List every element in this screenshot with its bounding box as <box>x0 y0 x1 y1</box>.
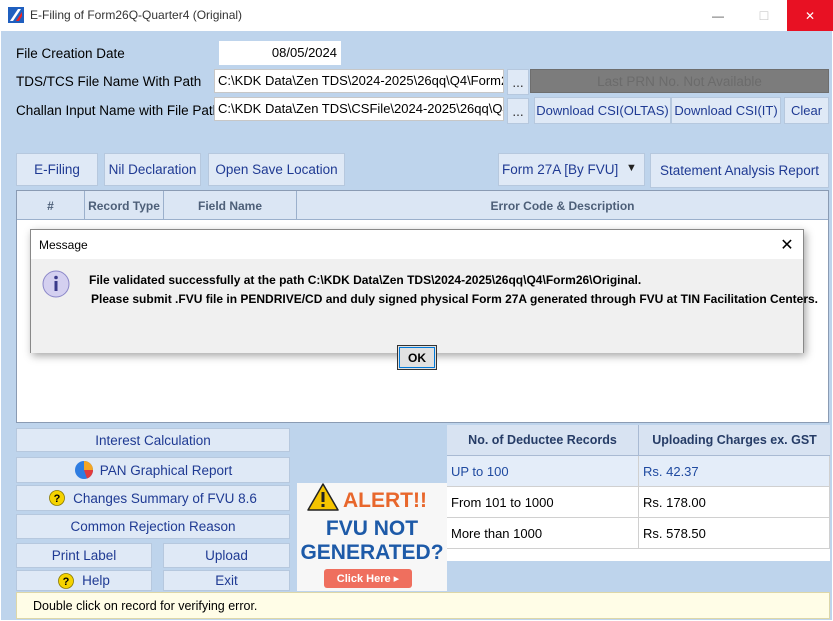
table-cell-range[interactable]: From 101 to 1000 <box>447 487 639 518</box>
tds-file-path-field[interactable]: C:\KDK Data\Zen TDS\2024-2025\26qq\Q4\Fo… <box>214 69 504 93</box>
help-icon: ? <box>49 490 65 506</box>
dialog-message-line1: File validated successfully at the path … <box>89 273 642 287</box>
changes-summary-label: Changes Summary of FVU 8.6 <box>73 490 257 506</box>
table-cell-charge[interactable]: Rs. 178.00 <box>639 487 830 518</box>
pan-graphical-report-button[interactable]: PAN Graphical Report <box>16 457 290 483</box>
svg-text:?: ? <box>63 576 70 588</box>
charges-header-records: No. of Deductee Records <box>447 425 639 456</box>
download-csi-oltas-button[interactable]: Download CSI(OLTAS) <box>534 97 671 124</box>
column-header-record-type[interactable]: Record Type <box>85 191 164 220</box>
message-dialog: Message ✕ File validated successfully at… <box>30 229 818 370</box>
common-rejection-button[interactable]: Common Rejection Reason <box>16 514 290 539</box>
help-icon: ? <box>58 572 75 589</box>
fvu-alert-banner[interactable]: ALERT!! FVU NOT GENERATED? Click Here ▸ <box>297 483 447 591</box>
dialog-body: File validated successfully at the path … <box>31 259 818 370</box>
dialog-message-line2: Please submit .FVU file in PENDRIVE/CD a… <box>91 292 819 306</box>
help-label: Help <box>82 573 110 588</box>
pie-chart-icon <box>74 461 93 479</box>
dialog-title: Message <box>39 238 88 252</box>
window-title: E-Filing of Form26Q-Quarter4 (Original) <box>30 8 243 22</box>
status-text: Double click on record for verifying err… <box>33 598 258 613</box>
file-creation-date-label: File Creation Date <box>16 46 125 61</box>
minimize-button[interactable]: — <box>695 0 741 31</box>
download-csi-it-button[interactable]: Download CSI(IT) <box>671 97 781 124</box>
form-type-selected: Form 27A [By FVU] <box>502 162 619 177</box>
table-cell-range[interactable]: UP to 100 <box>447 456 639 487</box>
maximize-button[interactable]: ☐ <box>741 0 787 31</box>
interest-calculation-button[interactable]: Interest Calculation <box>16 428 290 452</box>
svg-text:?: ? <box>54 493 61 505</box>
challan-path-field[interactable]: C:\KDK Data\Zen TDS\CSFile\2024-2025\26q… <box>214 97 504 121</box>
app-logo-icon <box>8 7 24 23</box>
column-header-number[interactable]: # <box>17 191 85 220</box>
table-cell-charge[interactable]: Rs. 42.37 <box>639 456 830 487</box>
close-button[interactable]: ✕ <box>787 0 833 31</box>
help-button[interactable]: ? Help <box>16 570 152 591</box>
title-bar: E-Filing of Form26Q-Quarter4 (Original) … <box>0 0 833 31</box>
charges-header-amount: Uploading Charges ex. GST <box>639 425 830 456</box>
upload-button[interactable]: Upload <box>163 543 290 568</box>
chevron-down-icon: ▼ <box>626 162 637 174</box>
clear-button[interactable]: Clear <box>784 97 829 124</box>
column-header-error-description[interactable]: Error Code & Description <box>297 191 828 220</box>
click-here-button[interactable]: Click Here ▸ <box>324 569 412 588</box>
challan-browse-button[interactable]: ... <box>507 98 529 124</box>
alert-line2: GENERATED? <box>300 541 444 564</box>
table-cell-range[interactable]: More than 1000 <box>447 518 639 549</box>
error-grid-header: # Record Type Field Name Error Code & De… <box>17 191 828 220</box>
alert-line1: FVU NOT <box>325 517 419 540</box>
exit-button[interactable]: Exit <box>163 570 290 591</box>
changes-summary-button[interactable]: ? Changes Summary of FVU 8.6 <box>16 485 290 511</box>
column-header-field-name[interactable]: Field Name <box>164 191 297 220</box>
status-bar: Double click on record for verifying err… <box>16 592 830 619</box>
upload-charges-table: No. of Deductee Records Uploading Charge… <box>447 425 830 561</box>
form-type-select[interactable]: Form 27A [By FVU] ▼ <box>498 153 645 186</box>
open-save-location-button[interactable]: Open Save Location <box>208 153 345 186</box>
warning-icon <box>307 483 339 511</box>
tds-file-label: TDS/TCS File Name With Path <box>16 74 202 89</box>
pan-graphical-report-label: PAN Graphical Report <box>99 462 233 478</box>
file-creation-date-field[interactable]: 08/05/2024 <box>219 41 341 65</box>
efiling-button[interactable]: E-Filing <box>16 153 98 186</box>
challan-label: Challan Input Name with File Path <box>16 103 221 118</box>
info-icon <box>42 270 70 298</box>
table-cell-charge[interactable]: Rs. 578.50 <box>639 518 830 549</box>
statement-analysis-button[interactable]: Statement Analysis Report <box>650 153 829 188</box>
tds-browse-button[interactable]: ... <box>507 69 529 95</box>
last-prn-field: Last PRN No. Not Available <box>530 69 829 93</box>
nil-declaration-button[interactable]: Nil Declaration <box>104 153 201 186</box>
alert-title: ALERT!! <box>343 489 427 512</box>
print-label-button[interactable]: Print Label <box>16 543 152 568</box>
dialog-close-icon[interactable]: ✕ <box>775 234 799 256</box>
ok-button[interactable]: OK <box>397 345 437 370</box>
